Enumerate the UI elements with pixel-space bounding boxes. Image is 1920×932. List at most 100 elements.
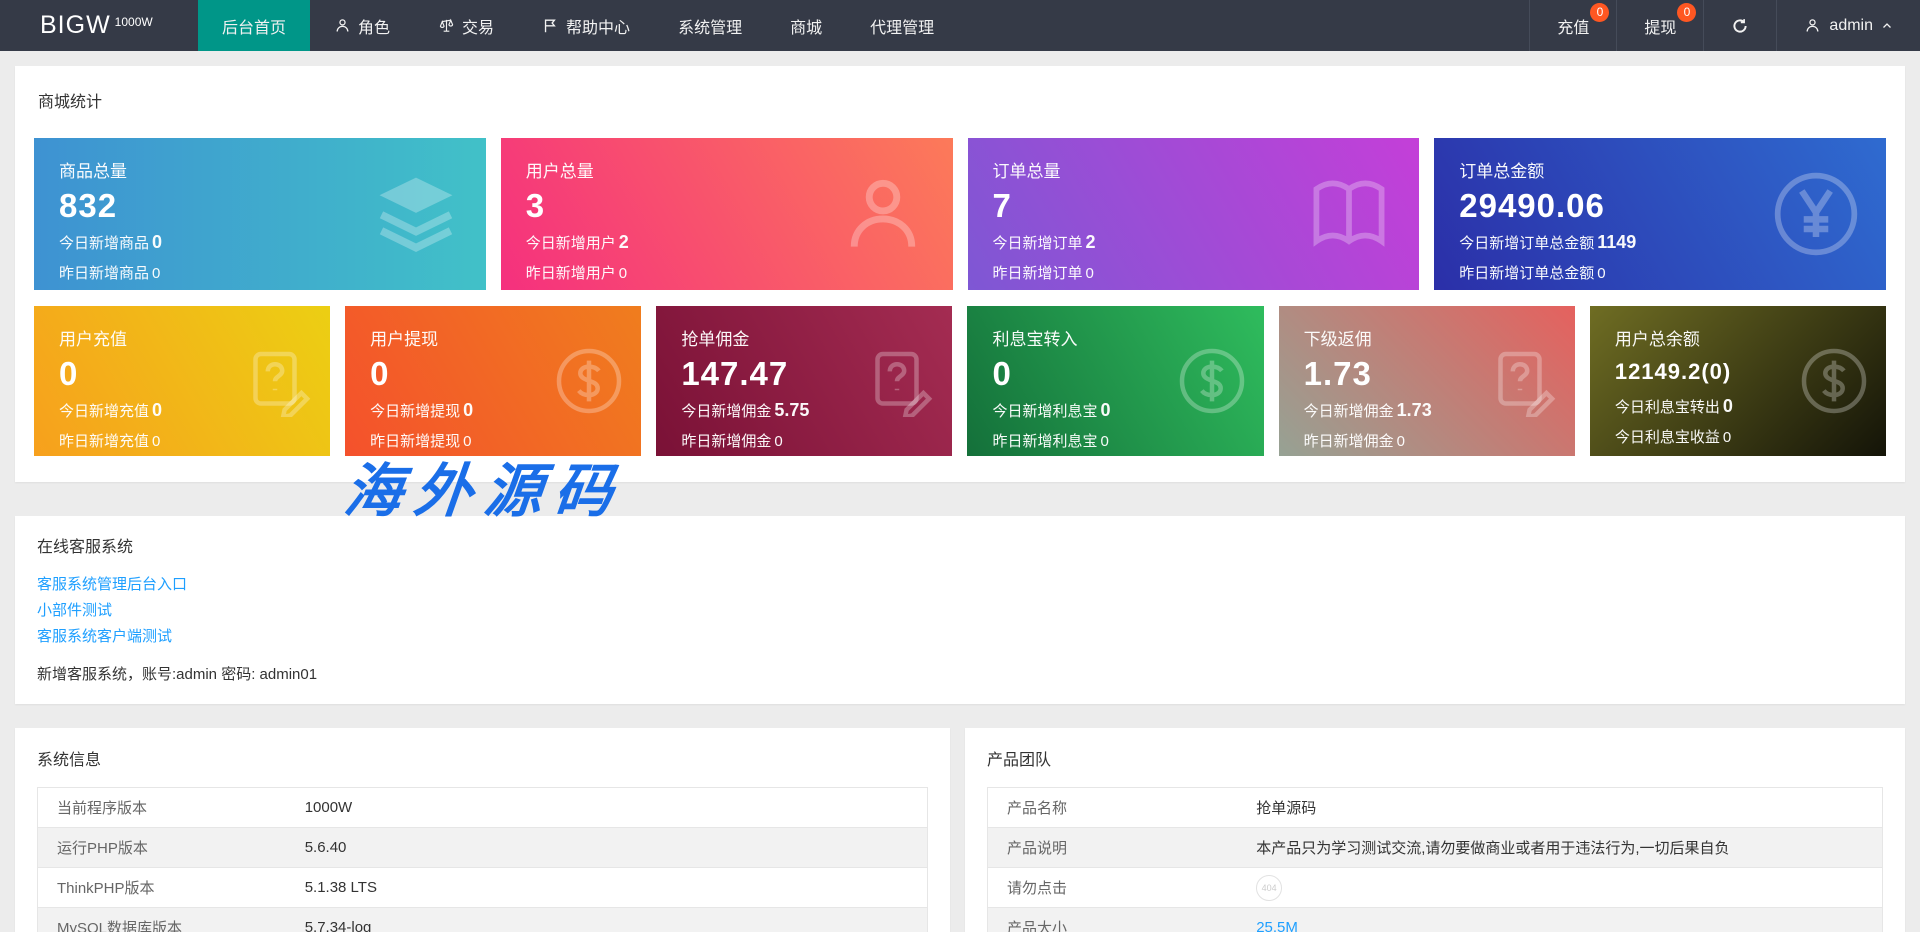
stat-line-label: 今日新增用户 <box>525 235 616 252</box>
nav-action-withdraw[interactable]: 提现 0 <box>1616 0 1703 51</box>
stat-card-interest-in: 利息宝转入 0 今日新增利息宝 0 昨日新增利息宝 0 <box>967 306 1264 456</box>
stat-line-label: 今日新增提现 <box>370 403 461 420</box>
menu-item-roles[interactable]: 角色 <box>310 0 414 51</box>
stat-line-value: 0 <box>1085 265 1094 282</box>
table-row: MySQL数据库版本 5.7.34-log <box>38 908 927 932</box>
caret-up-icon <box>1881 20 1893 32</box>
flag-icon <box>542 17 559 34</box>
table-row: 产品大小 25.5M <box>988 908 1882 932</box>
row-value: 1000W <box>304 799 353 816</box>
menu-item-trade[interactable]: 交易 <box>414 0 518 51</box>
row-value: 抢单源码 <box>1256 800 1317 817</box>
badge-recharge: 0 <box>1590 3 1610 22</box>
stat-line-value: 0 <box>1722 396 1733 416</box>
row-value: 5.6.40 <box>304 839 347 856</box>
nav-action-recharge[interactable]: 充值 0 <box>1529 0 1616 51</box>
row-label: 请勿点击 <box>1007 880 1068 897</box>
table-row: 当前程序版本 1000W <box>38 788 927 828</box>
nav-action-label: 提现 <box>1644 19 1677 37</box>
nav-action-label: 充值 <box>1557 19 1590 37</box>
menu-item-mall[interactable]: 商城 <box>766 0 846 51</box>
row-label: 运行PHP版本 <box>57 840 148 857</box>
book-icon <box>1303 168 1395 260</box>
menu-item-help-center[interactable]: 帮助中心 <box>518 0 654 51</box>
stat-line-label: 今日利息宝转出 <box>1614 399 1720 416</box>
dollar-circle-icon <box>553 345 625 417</box>
nav-action-label: admin <box>1829 16 1873 34</box>
stats-row-1: 商品总量 832 今日新增商品 0 昨日新增商品 0 用户总量 3 今日新增用户 2 昨日新增用户 0… <box>34 138 1886 290</box>
row-label: 产品名称 <box>1007 800 1068 817</box>
do-not-click-badge[interactable]: 404 <box>1256 874 1283 901</box>
menu-item-label: 后台首页 <box>222 19 287 37</box>
table-row: 请勿点击 404 <box>988 868 1882 908</box>
stat-card-yesterday-line: 昨日新增订单总金额 0 <box>1459 262 1876 283</box>
service-panel-title: 在线客服系统 <box>37 539 134 556</box>
menu-item-home[interactable]: 后台首页 <box>198 0 311 51</box>
stat-card-grab-commission: 抢单佣金 147.47 今日新增佣金 5.75 昨日新增佣金 0 <box>656 306 953 456</box>
admin-dashboard: BIGW 1000W 后台首页 角色 交易 帮助中心 系统管理 商城 代理管理 充值 0 提现 0… <box>0 0 1920 932</box>
table-row: ThinkPHP版本 5.1.38 LTS <box>38 868 927 908</box>
stat-card-yesterday-line: 昨日新增订单 0 <box>993 262 1410 283</box>
stat-card-orders-total: 订单总量 7 今日新增订单 2 昨日新增订单 0 <box>967 138 1420 290</box>
row-value: 404 <box>1256 874 1882 901</box>
service-links: 客服系统管理后台入口 小部件测试 客服系统客户端测试 <box>37 572 1883 650</box>
nav-action-admin[interactable]: admin <box>1776 0 1920 51</box>
refresh-icon <box>1731 17 1749 35</box>
row-value: 5.1.38 LTS <box>304 879 377 896</box>
menu-item-agency[interactable]: 代理管理 <box>846 0 958 51</box>
stat-card-goods-total: 商品总量 832 今日新增商品 0 昨日新增商品 0 <box>34 138 486 290</box>
top-navbar: BIGW 1000W 后台首页 角色 交易 帮助中心 系统管理 商城 代理管理 充值 0 提现 0… <box>0 0 1920 51</box>
stat-line-label: 昨日新增用户 <box>525 265 616 282</box>
stat-card-yesterday-line: 昨日新增佣金 0 <box>1304 430 1565 451</box>
stat-line-label: 今日新增订单 <box>992 235 1083 252</box>
yen-circle-icon <box>1770 168 1862 260</box>
stat-line-label: 昨日新增订单总金额 <box>1459 265 1595 282</box>
doc-question-icon <box>864 345 936 417</box>
nav-action-refresh[interactable] <box>1703 0 1776 51</box>
table-row: 运行PHP版本 5.6.40 <box>38 828 927 868</box>
service-link-service-admin-entry[interactable]: 客服系统管理后台入口 <box>37 572 187 598</box>
stat-line-value: 0 <box>1100 400 1111 420</box>
logo[interactable]: BIGW 1000W <box>0 0 198 51</box>
online-service-panel: 在线客服系统 客服系统管理后台入口 小部件测试 客服系统客户端测试 新增客服系统，账… <box>15 516 1905 704</box>
doc-question-icon <box>242 345 314 417</box>
stat-card-yesterday-line: 昨日新增充值 0 <box>59 430 320 451</box>
product-team-table: 产品名称 抢单源码 产品说明 本产品只为学习测试交流,请勿要做商业或者用于违法行为,一… <box>987 787 1883 932</box>
product-team-title: 产品团队 <box>987 752 1052 769</box>
stat-line-value: 2 <box>618 232 629 252</box>
stat-card-yesterday-line: 昨日新增利息宝 0 <box>992 430 1253 451</box>
row-label: 产品说明 <box>1007 840 1068 857</box>
dollar-circle-icon <box>1798 345 1870 417</box>
scales-icon <box>438 17 455 34</box>
stat-line-value: 0 <box>774 433 783 450</box>
stat-card-user-balance: 用户总余额 12149.2(0) 今日利息宝转出 0 今日利息宝收益 0 <box>1589 306 1886 456</box>
stat-line-label: 昨日新增充值 <box>59 433 150 450</box>
stat-line-value: 5.75 <box>774 400 810 420</box>
row-label: 产品大小 <box>1007 920 1068 932</box>
service-link-widget-test[interactable]: 小部件测试 <box>37 598 112 624</box>
stat-line-label: 昨日新增利息宝 <box>992 433 1098 450</box>
stats-panel-title: 商城统计 <box>38 94 103 111</box>
stat-line-label: 昨日新增订单 <box>992 265 1083 282</box>
stat-card-yesterday-line: 今日利息宝收益 0 <box>1615 426 1876 447</box>
system-info-table: 当前程序版本 1000W 运行PHP版本 5.6.40 ThinkPHP版本 5.1.38… <box>37 787 928 932</box>
menu-item-system[interactable]: 系统管理 <box>654 0 766 51</box>
user-icon <box>334 17 351 34</box>
stat-line-label: 昨日新增佣金 <box>1303 433 1394 450</box>
row-label: MySQL数据库版本 <box>57 920 183 932</box>
row-value-link[interactable]: 25.5M <box>1256 919 1298 932</box>
stat-line-value: 0 <box>463 400 474 420</box>
logo-version: 1000W <box>114 14 153 29</box>
stat-line-label: 今日新增佣金 <box>681 403 772 420</box>
stat-line-label: 昨日新增商品 <box>59 265 150 282</box>
stat-card-yesterday-line: 昨日新增用户 0 <box>526 262 943 283</box>
service-link-service-client-test[interactable]: 客服系统客户端测试 <box>37 624 172 650</box>
product-team-panel: 产品团队 产品名称 抢单源码 产品说明 本产品只为学习测试交流,请勿要做商业或者用于违… <box>965 728 1905 932</box>
stat-line-label: 昨日新增提现 <box>370 433 461 450</box>
stat-line-value: 0 <box>618 265 628 282</box>
menu-item-label: 帮助中心 <box>566 19 631 37</box>
row-label: 当前程序版本 <box>57 800 148 817</box>
system-info-title: 系统信息 <box>37 752 102 769</box>
user-icon <box>1804 17 1821 34</box>
menu-item-label: 交易 <box>462 19 495 37</box>
